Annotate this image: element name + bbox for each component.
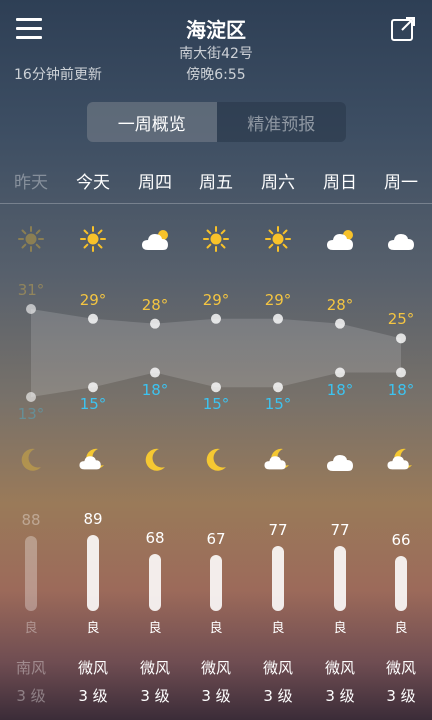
aqi-level: 良	[333, 621, 347, 636]
wind-level: 3 级	[201, 687, 231, 705]
low-temp-point	[26, 392, 36, 402]
wind-direction: 微风	[139, 659, 170, 677]
low-temp-label: 15°	[202, 395, 230, 414]
aqi-value: 68	[145, 528, 165, 547]
wind-level: 3 级	[263, 687, 293, 705]
sun-icon	[11, 224, 51, 254]
wind-level: 3 级	[140, 687, 170, 705]
low-temp-label: 15°	[79, 395, 107, 414]
moon-icon	[135, 445, 175, 475]
low-temp-point	[211, 382, 221, 393]
aqi-bar	[25, 535, 37, 611]
high-temp-point	[335, 318, 345, 329]
wind-direction: 微风	[324, 659, 355, 677]
high-temp-label: 25°	[387, 310, 415, 329]
aqi-value: 77	[268, 520, 288, 539]
aqi-level: 良	[86, 621, 100, 636]
cloud-sun-icon	[320, 224, 360, 254]
low-temp-point	[273, 382, 283, 393]
wind-level: 3 级	[16, 687, 46, 705]
moon-cloud-icon	[73, 445, 113, 475]
wind-direction: 微风	[200, 659, 231, 677]
high-temp-label: 31°	[17, 281, 45, 299]
sun-icon	[258, 224, 298, 254]
moon-cloud-icon	[381, 445, 421, 475]
week-forecast: 31° 13° 88 良南风 3 级 29° 15° 89 良微风 3 级 28° 18° 68 良微风 3…	[0, 0, 432, 720]
low-temp-point	[150, 367, 160, 378]
high-temp-point	[273, 313, 283, 324]
cloud-icon	[381, 224, 421, 254]
wind-direction: 微风	[77, 659, 108, 677]
moon-cloud-icon	[258, 445, 298, 475]
aqi-value: 67	[206, 529, 226, 548]
aqi-bar	[334, 545, 346, 611]
aqi-bar	[149, 553, 161, 611]
moon-icon	[196, 445, 236, 475]
high-temp-point	[26, 304, 36, 314]
wind-direction: 微风	[385, 659, 416, 677]
cloud-sun-icon	[135, 224, 175, 254]
aqi-value: 66	[391, 530, 411, 549]
low-temp-label: 13°	[17, 405, 45, 423]
aqi-value: 88	[21, 510, 41, 529]
high-temp-label: 28°	[326, 295, 354, 314]
low-temp-label: 15°	[264, 395, 292, 414]
wind-level: 3 级	[78, 687, 108, 705]
high-temp-label: 28°	[141, 295, 169, 314]
high-temp-point	[150, 318, 160, 329]
wind-level: 3 级	[325, 687, 355, 705]
high-temp-label: 29°	[264, 290, 292, 309]
high-temp-point	[396, 333, 406, 344]
low-temp-point	[396, 367, 406, 378]
moon-icon	[11, 445, 51, 475]
high-temp-label: 29°	[202, 290, 230, 309]
temperature-chart	[26, 304, 406, 402]
high-temp-point	[211, 313, 221, 324]
low-temp-label: 18°	[141, 380, 169, 399]
aqi-value: 89	[83, 509, 103, 528]
low-temp-point	[335, 367, 345, 378]
aqi-bar	[87, 534, 99, 611]
sun-icon	[196, 224, 236, 254]
aqi-bar	[210, 554, 222, 611]
aqi-level: 良	[148, 621, 162, 636]
wind-level: 3 级	[386, 687, 416, 705]
aqi-level: 良	[24, 621, 38, 636]
low-temp-label: 18°	[326, 380, 354, 399]
aqi-value: 77	[330, 520, 350, 539]
low-temp-label: 18°	[387, 380, 415, 399]
aqi-bar	[272, 545, 284, 611]
cloud-icon	[320, 445, 360, 475]
wind-direction: 微风	[262, 659, 293, 677]
sun-icon	[73, 224, 113, 254]
aqi-level: 良	[209, 621, 223, 636]
aqi-bar	[395, 555, 407, 611]
low-temp-point	[88, 382, 98, 393]
aqi-level: 良	[394, 621, 408, 636]
high-temp-label: 29°	[79, 290, 107, 309]
aqi-level: 良	[271, 621, 285, 636]
wind-direction: 南风	[15, 659, 46, 677]
high-temp-point	[88, 313, 98, 324]
